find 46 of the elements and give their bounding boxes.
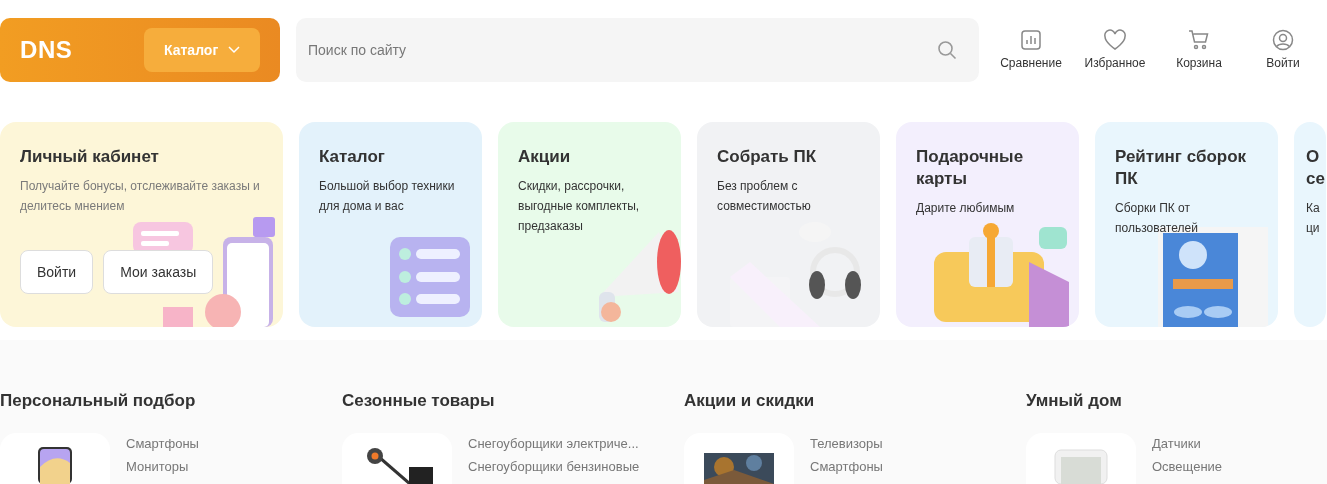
section-title: Акции и скидки (684, 390, 816, 412)
category-link[interactable]: Снегоуборщики бензиновые (468, 458, 640, 476)
category-link[interactable]: Снегоуборщики электриче... (468, 435, 640, 453)
search-icon[interactable] (937, 40, 957, 60)
section-title: Умный дом (1026, 390, 1123, 412)
user-icon (1272, 28, 1294, 51)
category-link[interactable]: Смартфоны (126, 435, 199, 453)
section-title: Персональный подбор (0, 390, 197, 412)
card-text: Скидки, рассрочки, выгодные комплекты, предзаказы (518, 178, 641, 235)
card-text: Получайте бонусы, отслеживайте заказы и делитесь мнением (20, 178, 261, 215)
card-button[interactable]: Мои заказы (103, 250, 214, 294)
category-link[interactable]: Освещение (1152, 458, 1223, 476)
promo-card[interactable]: Рейтинг сборок ПК Сборки ПК от пользователей (1095, 122, 1278, 327)
promo-card[interactable]: О се Ка ци (1294, 122, 1326, 327)
header-link[interactable]: Избранное (1073, 28, 1157, 72)
card-title: Рейтинг сборок ПК (1115, 146, 1248, 190)
heart-icon (1103, 28, 1127, 51)
category-link[interactable]: Телевизоры (810, 435, 883, 453)
chart-icon (1020, 28, 1042, 51)
card-text: Большой выбор техники для дома и вас (319, 178, 456, 215)
card-text: Дарите любимым (916, 200, 1016, 217)
promo-card[interactable]: Каталог Большой выбор техники для дома и вас (299, 122, 482, 327)
card-title: Собрать ПК (717, 146, 818, 168)
category-link[interactable]: Датчики (1152, 435, 1223, 453)
header-link[interactable]: Войти (1241, 28, 1325, 72)
chevron-icon (228, 46, 241, 54)
category-link[interactable]: Смартфоны (810, 458, 883, 476)
promo-card[interactable]: Подарочные карты Дарите любимым (896, 122, 1079, 327)
card-title: Акции (518, 146, 572, 168)
section-title: Сезонные товары (342, 390, 496, 412)
card-text: Сборки ПК от пользователей (1115, 200, 1199, 237)
header-link[interactable]: Сравнение (989, 28, 1073, 72)
search-field[interactable]: Поиск по сайту (296, 18, 979, 82)
promo-card[interactable]: Собрать ПК Без проблем с совместимостью (697, 122, 880, 327)
card-title: О се (1306, 146, 1326, 190)
cart-icon (1188, 28, 1210, 51)
card-text: Без проблем с совместимостью (717, 178, 812, 215)
card-button[interactable]: Войти (20, 250, 94, 294)
header-link[interactable]: Корзина (1157, 28, 1241, 72)
card-title: Каталог (319, 146, 386, 168)
promo-card[interactable]: Личный кабинет Получайте бонусы, отслеживайте заказы и делитесь мнением Войти Мои заказы (0, 122, 283, 327)
category-link[interactable]: Мониторы (126, 458, 199, 476)
card-title: Личный кабинет (20, 146, 160, 168)
promo-card[interactable]: Акции Скидки, рассрочки, выгодные комплекты, предзаказы (498, 122, 681, 327)
card-title: Подарочные карты (916, 146, 1025, 190)
card-text: Ка ци (1306, 200, 1321, 237)
